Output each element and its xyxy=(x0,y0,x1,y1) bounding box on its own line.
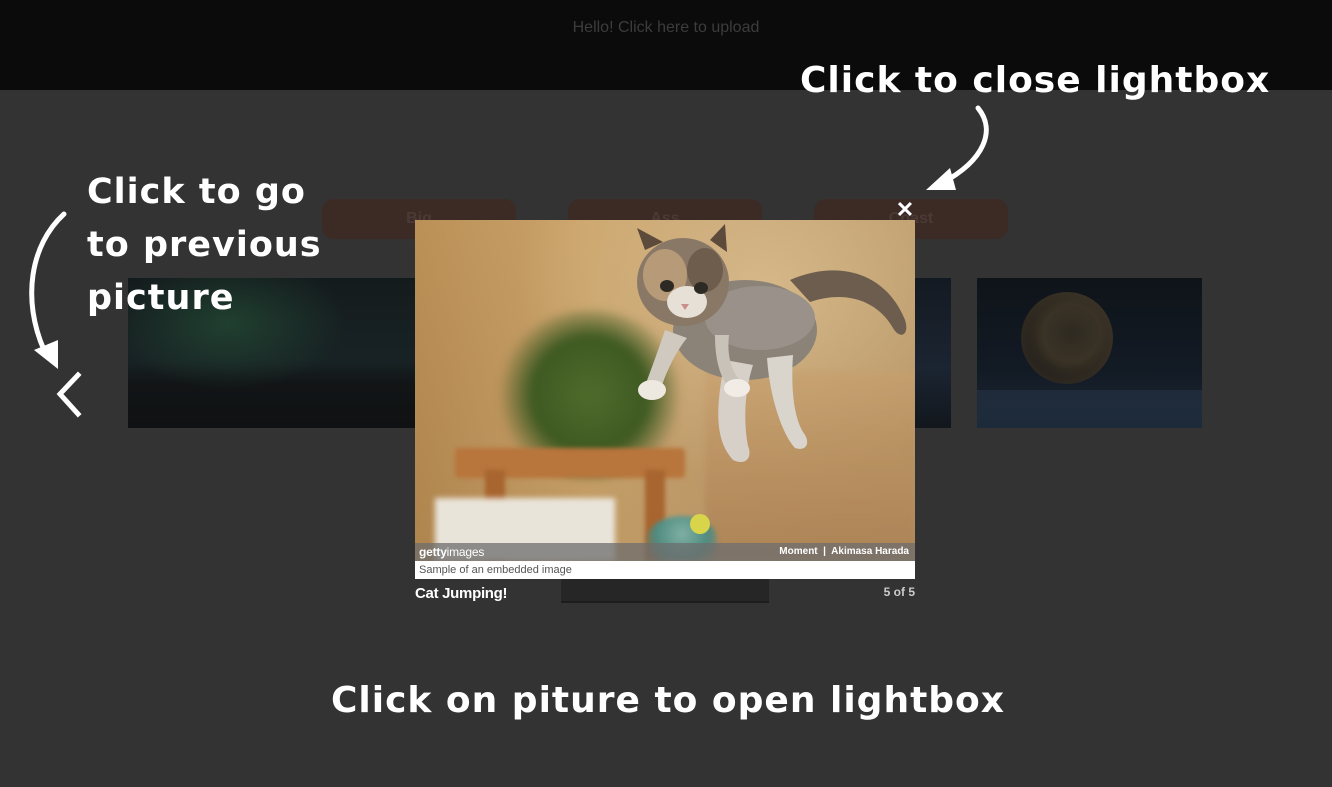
thumbnail-bubble xyxy=(1021,292,1113,384)
page: Hello! Click here to upload Big Ass Coas… xyxy=(0,0,1332,787)
brand-bold: getty xyxy=(419,545,447,559)
close-icon[interactable]: ✕ xyxy=(893,198,917,222)
brand-light: images xyxy=(446,545,485,559)
embed-caption: Sample of an embedded image xyxy=(415,561,915,579)
prev-arrow-head xyxy=(34,340,58,369)
thumbnail-frost xyxy=(977,390,1202,428)
image-title: Cat Jumping! xyxy=(415,585,508,602)
upload-link[interactable]: Hello! Click here to upload xyxy=(0,19,1332,37)
cat-illustration xyxy=(637,224,907,463)
close-arrow-line xyxy=(939,105,989,186)
open-hint-annotation: Click on piture to open lightbox xyxy=(330,680,1006,721)
close-arrow-head xyxy=(926,168,956,190)
image-credit-bar: gettyimages Moment | Akimasa Harada xyxy=(415,543,915,561)
prev-arrow-line xyxy=(29,211,67,353)
image-counter: 5 of 5 xyxy=(883,585,915,599)
lightbox-image: gettyimages Moment | Akimasa Harada xyxy=(415,220,915,561)
prev-hint-annotation: Click to go to previous picture xyxy=(87,172,322,318)
image-attribution[interactable]: Moment | Akimasa Harada xyxy=(779,546,909,557)
chevron-left-icon[interactable] xyxy=(52,370,88,420)
thumbnail-night[interactable] xyxy=(915,278,951,428)
lightbox: gettyimages Moment | Akimasa Harada Samp… xyxy=(415,220,915,607)
lightbox-footer: Cat Jumping! 5 of 5 xyxy=(415,579,915,607)
close-hint-annotation: Click to close lightbox xyxy=(800,60,1271,101)
thumbnail-frozen-bubble[interactable] xyxy=(977,278,1202,428)
getty-images-logo[interactable]: gettyimages xyxy=(419,545,484,559)
